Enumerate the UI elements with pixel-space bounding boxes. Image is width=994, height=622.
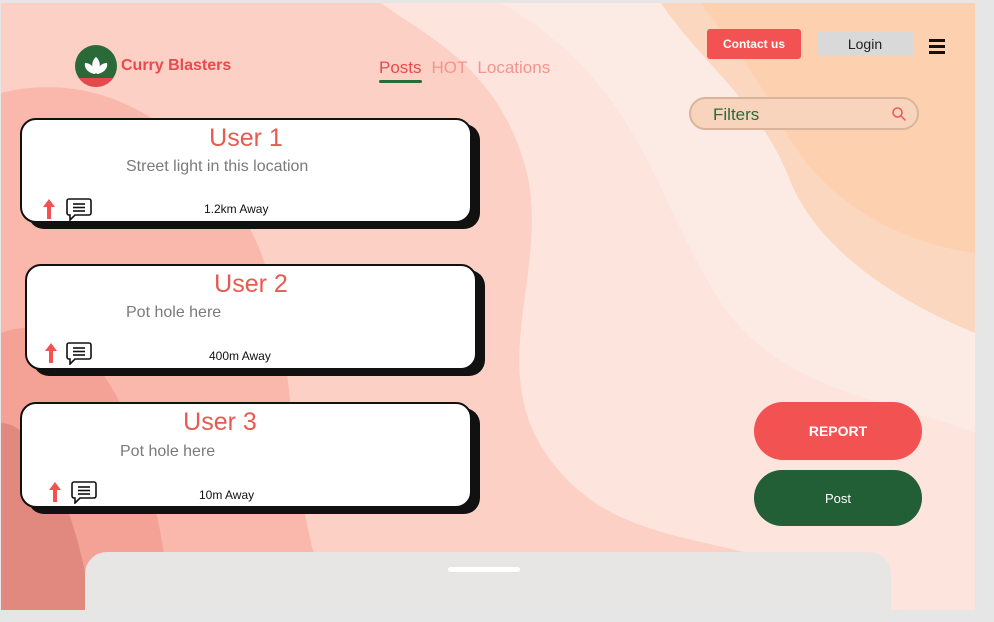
- post-description: Pot hole here: [126, 304, 222, 321]
- post-card[interactable]: User 3 Pot hole here 10m Away: [20, 402, 472, 508]
- contact-us-button[interactable]: Contact us: [707, 29, 801, 59]
- post-description: Street light in this location: [126, 158, 309, 175]
- nav-tabs: Posts HOT Locations: [379, 58, 550, 83]
- app-frame: Curry Blasters Posts HOT Locations Conta…: [1, 3, 975, 610]
- upvote-arrow-icon[interactable]: [48, 481, 62, 503]
- comment-icon[interactable]: [66, 197, 92, 221]
- bottom-sheet: [85, 552, 891, 610]
- post-button[interactable]: Post: [754, 470, 922, 526]
- post-user-name: User 2: [214, 270, 288, 298]
- report-button[interactable]: REPORT: [754, 402, 922, 460]
- hamburger-menu-icon[interactable]: [929, 39, 945, 55]
- comment-icon[interactable]: [71, 480, 97, 504]
- comment-icon[interactable]: [66, 341, 92, 365]
- brand-name: Curry Blasters: [121, 57, 232, 74]
- post-distance: 400m Away: [209, 349, 271, 363]
- filters-search-input[interactable]: Filters: [689, 97, 919, 130]
- tab-hot[interactable]: HOT: [432, 58, 468, 78]
- tab-posts[interactable]: Posts: [379, 58, 422, 83]
- post-user-name: User 1: [209, 124, 283, 152]
- post-distance: 10m Away: [199, 488, 255, 502]
- post-card[interactable]: User 2 Pot hole here 400m Away: [25, 264, 477, 370]
- upvote-arrow-icon[interactable]: [44, 342, 58, 364]
- sheet-drag-handle[interactable]: [448, 567, 520, 572]
- post-distance: 1.2km Away: [204, 202, 269, 216]
- search-icon[interactable]: [891, 106, 907, 122]
- filters-label: Filters: [713, 105, 760, 124]
- login-button[interactable]: Login: [817, 32, 913, 56]
- post-card[interactable]: User 1 Street light in this location 1.2…: [20, 118, 472, 223]
- tab-locations[interactable]: Locations: [477, 58, 550, 78]
- post-user-name: User 3: [183, 408, 257, 436]
- brand-logo[interactable]: Curry Blasters: [75, 45, 231, 87]
- upvote-arrow-icon[interactable]: [42, 198, 56, 220]
- post-description: Pot hole here: [120, 443, 216, 460]
- leaf-logo-icon: [75, 45, 117, 87]
